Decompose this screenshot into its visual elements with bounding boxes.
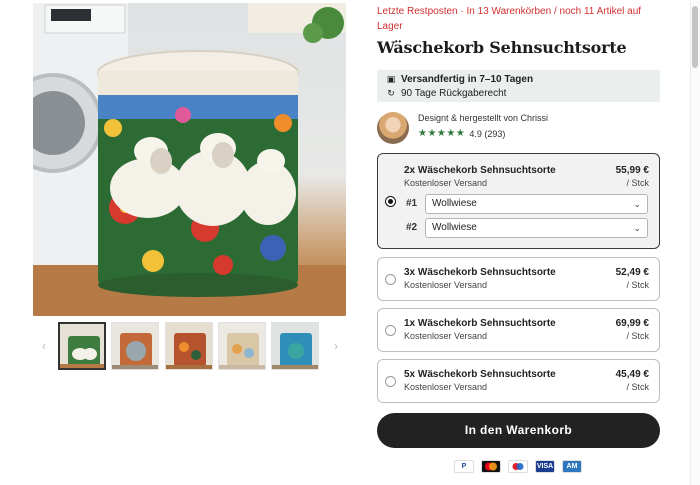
chevron-down-icon: ⌄ — [633, 199, 641, 209]
thumbnail-4[interactable] — [218, 322, 266, 370]
offer-radio-selected[interactable] — [385, 196, 396, 207]
offer-unit: / Stck — [626, 178, 649, 188]
star-rating-icon: ★★★★★ — [418, 128, 466, 139]
scrollbar-track[interactable] — [690, 0, 700, 485]
offer-price: 52,49 € — [615, 267, 649, 278]
visa-icon: VISA — [535, 460, 555, 473]
thumbnail-3[interactable] — [165, 322, 213, 370]
payment-methods: P VISA AM — [454, 460, 582, 473]
thumbnail-next-arrow[interactable]: › — [329, 338, 343, 354]
shipping-info-box: ▣ Versandfertig in 7–10 Tagen ↻ 90 Tage … — [377, 70, 660, 102]
offer-radio[interactable] — [385, 376, 396, 387]
offer-price: 55,99 € — [615, 165, 649, 176]
offer-unit: / Stck — [626, 382, 649, 392]
return-arrow-icon: ↻ — [387, 88, 395, 98]
product-title: Wäschekorb Sehnsuchtsorte — [377, 38, 627, 57]
thumbnail-5[interactable] — [271, 322, 319, 370]
offer-shipping: Kostenloser Versand — [404, 178, 488, 188]
product-main-image[interactable] — [33, 3, 346, 316]
add-to-cart-button[interactable]: In den Warenkorb — [377, 413, 660, 448]
variant-select-1[interactable]: Wollwiese ⌄ — [425, 194, 648, 214]
maker-text: Designt & hergestellt von Chrissi — [418, 113, 549, 123]
maker-row: Designt & hergestellt von Chrissi ★★★★★ … — [377, 112, 660, 144]
thumbnail-strip: ‹ › — [33, 320, 346, 372]
mastercard-icon — [481, 460, 501, 473]
offer-name: 1x Wäschekorb Sehnsuchtsorte — [404, 318, 556, 329]
offer-option-2x[interactable]: 2x Wäschekorb Sehnsuchtsorte Kostenloser… — [377, 153, 660, 249]
variant-select-value: Wollwiese — [432, 198, 477, 209]
variant-label-2: #2 — [406, 222, 418, 233]
offer-option-3x[interactable]: 3x Wäschekorb Sehnsuchtsorte Kostenloser… — [377, 257, 660, 301]
amex-icon: AM — [562, 460, 582, 473]
variant-select-2[interactable]: Wollwiese ⌄ — [425, 218, 648, 238]
dispatch-text: Versandfertig in 7–10 Tagen — [401, 74, 534, 85]
chevron-down-icon: ⌄ — [633, 223, 641, 233]
paypal-icon: P — [454, 460, 474, 473]
offer-option-5x[interactable]: 5x Wäschekorb Sehnsuchtsorte Kostenloser… — [377, 359, 660, 403]
offer-name: 2x Wäschekorb Sehnsuchtsorte — [404, 165, 556, 176]
returns-text: 90 Tage Rückgaberecht — [401, 88, 507, 99]
offer-price: 69,99 € — [615, 318, 649, 329]
rating-line[interactable]: ★★★★★ 4.9 (293) — [418, 128, 505, 139]
offer-option-1x[interactable]: 1x Wäschekorb Sehnsuchtsorte Kostenloser… — [377, 308, 660, 352]
variant-label-1: #1 — [406, 198, 418, 209]
offer-price: 45,49 € — [615, 369, 649, 380]
thumbnail-1[interactable] — [58, 322, 106, 370]
urgency-notice: Letzte Restposten · In 13 Warenkörben / … — [377, 6, 642, 32]
offer-radio[interactable] — [385, 274, 396, 285]
package-icon: ▣ — [386, 74, 396, 84]
returns-line: ↻ 90 Tage Rückgaberecht — [385, 87, 652, 100]
offer-unit: / Stck — [626, 331, 649, 341]
scrollbar-thumb[interactable] — [692, 6, 698, 68]
variant-select-value: Wollwiese — [432, 222, 477, 233]
maestro-icon — [508, 460, 528, 473]
offer-radio[interactable] — [385, 325, 396, 336]
offer-name: 5x Wäschekorb Sehnsuchtsorte — [404, 369, 556, 380]
offer-name: 3x Wäschekorb Sehnsuchtsorte — [404, 267, 556, 278]
maker-avatar — [377, 112, 409, 144]
thumbnail-2[interactable] — [111, 322, 159, 370]
dispatch-line: ▣ Versandfertig in 7–10 Tagen — [385, 73, 652, 86]
offer-unit: / Stck — [626, 280, 649, 290]
laundry-basket-illustration — [33, 3, 346, 316]
offer-shipping: Kostenloser Versand — [404, 280, 488, 290]
offer-shipping: Kostenloser Versand — [404, 382, 488, 392]
rating-value: 4.9 (293) — [469, 128, 506, 139]
thumbnail-prev-arrow[interactable]: ‹ — [37, 338, 51, 354]
offer-shipping: Kostenloser Versand — [404, 331, 488, 341]
